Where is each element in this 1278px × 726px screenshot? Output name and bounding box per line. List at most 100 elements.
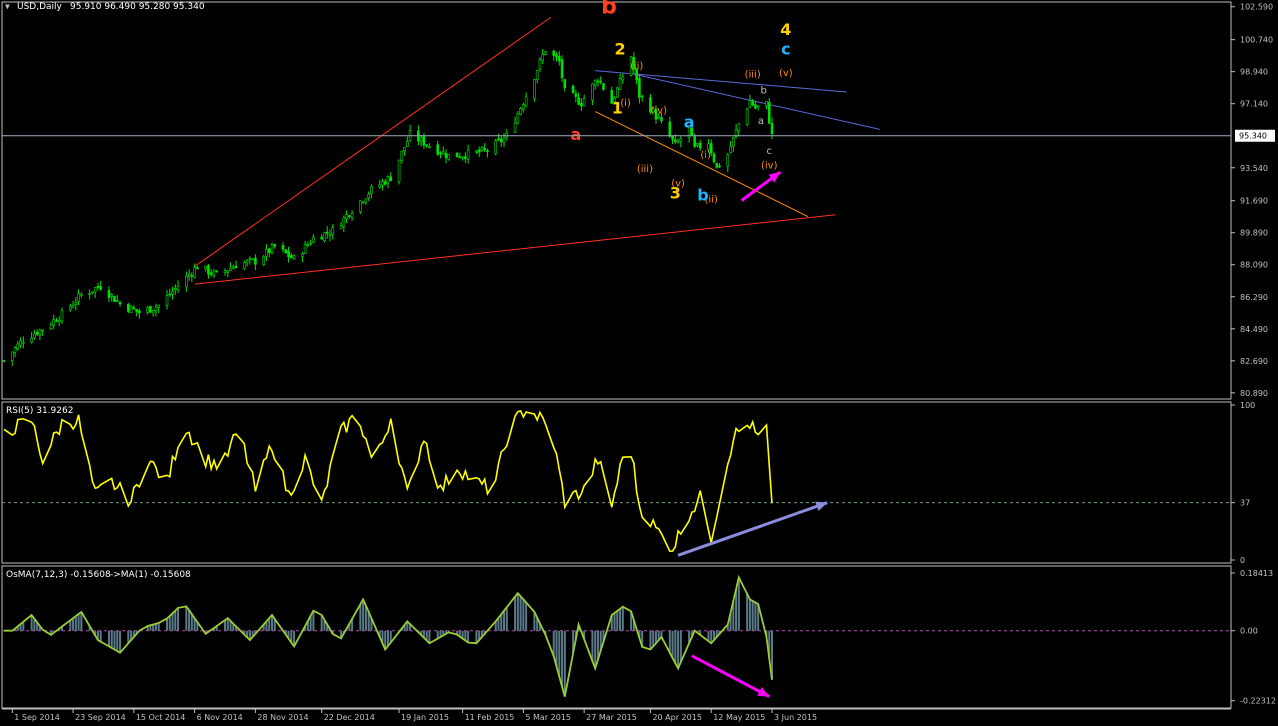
candle-body <box>403 147 406 152</box>
candle-body <box>113 295 116 302</box>
price-candles <box>2 49 774 367</box>
candle-body <box>748 100 752 108</box>
x-tick-label: 6 Nov 2014 <box>197 713 243 722</box>
candle-body <box>320 236 323 240</box>
candle-body <box>458 156 462 159</box>
candle-body <box>10 351 14 361</box>
y-tick-label: 100 <box>1240 401 1255 410</box>
candle-body <box>96 286 100 288</box>
candle-body <box>171 291 174 295</box>
candle-body <box>226 270 230 273</box>
wave-label: (iv) <box>650 105 667 116</box>
wave-label: (ii) <box>630 61 643 72</box>
y-tick-label: 88.090 <box>1240 261 1268 270</box>
candle-body <box>751 100 754 106</box>
current-price-label: 95.340 <box>1239 132 1267 141</box>
y-tick-label: 0.00 <box>1240 627 1258 636</box>
candle-body <box>91 291 94 294</box>
osma-ma-title: ->MA(1) -0.15608 <box>110 570 191 580</box>
y-tick-label: 91.690 <box>1240 197 1268 206</box>
candle-body <box>231 266 235 270</box>
candle-body <box>497 138 500 141</box>
dropdown-triangle-icon[interactable]: ▼ <box>5 2 10 11</box>
wave-label: c <box>766 146 772 157</box>
trendline <box>595 70 847 93</box>
candle-body <box>522 104 525 110</box>
candle-body <box>331 227 335 235</box>
candle-body <box>737 123 741 132</box>
x-tick-label: 3 Jun 2015 <box>774 713 817 722</box>
candle-body <box>196 267 199 270</box>
candle-body <box>209 272 213 275</box>
rsi-panel-frame <box>1 401 1232 564</box>
candle-body <box>386 176 390 185</box>
wave-label: (iii) <box>637 164 653 175</box>
candle-body <box>234 265 238 269</box>
candle-body <box>19 340 22 346</box>
candle-body <box>110 294 114 297</box>
candle-body <box>35 331 39 335</box>
candle-body <box>193 267 196 278</box>
candle-body <box>729 146 732 154</box>
candle-body <box>2 360 6 362</box>
candle-body <box>544 51 547 56</box>
candle-body <box>301 253 304 257</box>
candle-body <box>290 255 293 259</box>
wave-label: b <box>697 186 708 205</box>
current-price: 95.340 <box>2 129 1275 142</box>
candle-body <box>765 101 768 106</box>
candle-body <box>693 136 696 147</box>
candle-body <box>69 306 72 310</box>
candle-body <box>204 265 207 270</box>
candle-body <box>265 248 268 257</box>
wave-label: (iv) <box>761 160 778 171</box>
candle-body <box>444 153 448 159</box>
candle-body <box>157 304 161 308</box>
candle-body <box>580 102 583 107</box>
arrow-shaft <box>677 501 828 557</box>
x-tick-label: 20 Apr 2015 <box>652 713 701 722</box>
candle-body <box>309 242 312 245</box>
candle-body <box>596 80 600 83</box>
wave-label: (iii) <box>745 70 761 81</box>
candle-body <box>273 244 277 247</box>
rsi-title: RSI(5) 31.9262 <box>6 406 73 416</box>
candle-body <box>428 146 431 148</box>
y-tick-label: 98.940 <box>1240 68 1268 77</box>
x-tick-label: 19 Jan 2015 <box>401 713 449 722</box>
price-axis: 102.590 100.740 98.940 97.140 93.540 91.690 89… <box>1231 3 1273 398</box>
candle-body <box>348 215 351 218</box>
candle-body <box>378 184 382 188</box>
price-panel: ▼ USD,Daily 95.910 96.490 95.280 95.340 … <box>1 0 1275 400</box>
candle-body <box>577 97 580 105</box>
candle-body <box>436 144 440 155</box>
candle-body <box>499 138 503 143</box>
y-tick-label: 37 <box>1240 499 1250 508</box>
candle-body <box>400 150 404 161</box>
y-tick-label: 100.740 <box>1240 36 1273 45</box>
candle-body <box>359 200 362 213</box>
wave-label: (v) <box>779 68 793 79</box>
wave-label: (i) <box>620 98 631 109</box>
wave-label: 4 <box>780 20 791 39</box>
candle-body <box>425 144 428 147</box>
wave-label: 2 <box>614 40 625 59</box>
wave-label: (i) <box>700 150 711 161</box>
candle-body <box>516 113 520 124</box>
candle-body <box>135 308 138 312</box>
candle-body <box>615 87 619 98</box>
candle-body <box>55 320 58 322</box>
candle-body <box>118 302 122 305</box>
candle-body <box>513 122 517 133</box>
rsi-line <box>3 409 828 557</box>
candle-body <box>767 102 771 124</box>
candle-body <box>582 98 586 107</box>
candle-body <box>676 140 680 143</box>
candle-body <box>364 198 368 203</box>
candle-body <box>339 225 343 229</box>
candle-body <box>535 70 539 80</box>
rsi-axis: 100 37 0 <box>2 401 1255 565</box>
x-tick-label: 5 Mar 2015 <box>525 713 571 722</box>
candle-body <box>707 143 710 150</box>
candle-body <box>461 156 464 159</box>
